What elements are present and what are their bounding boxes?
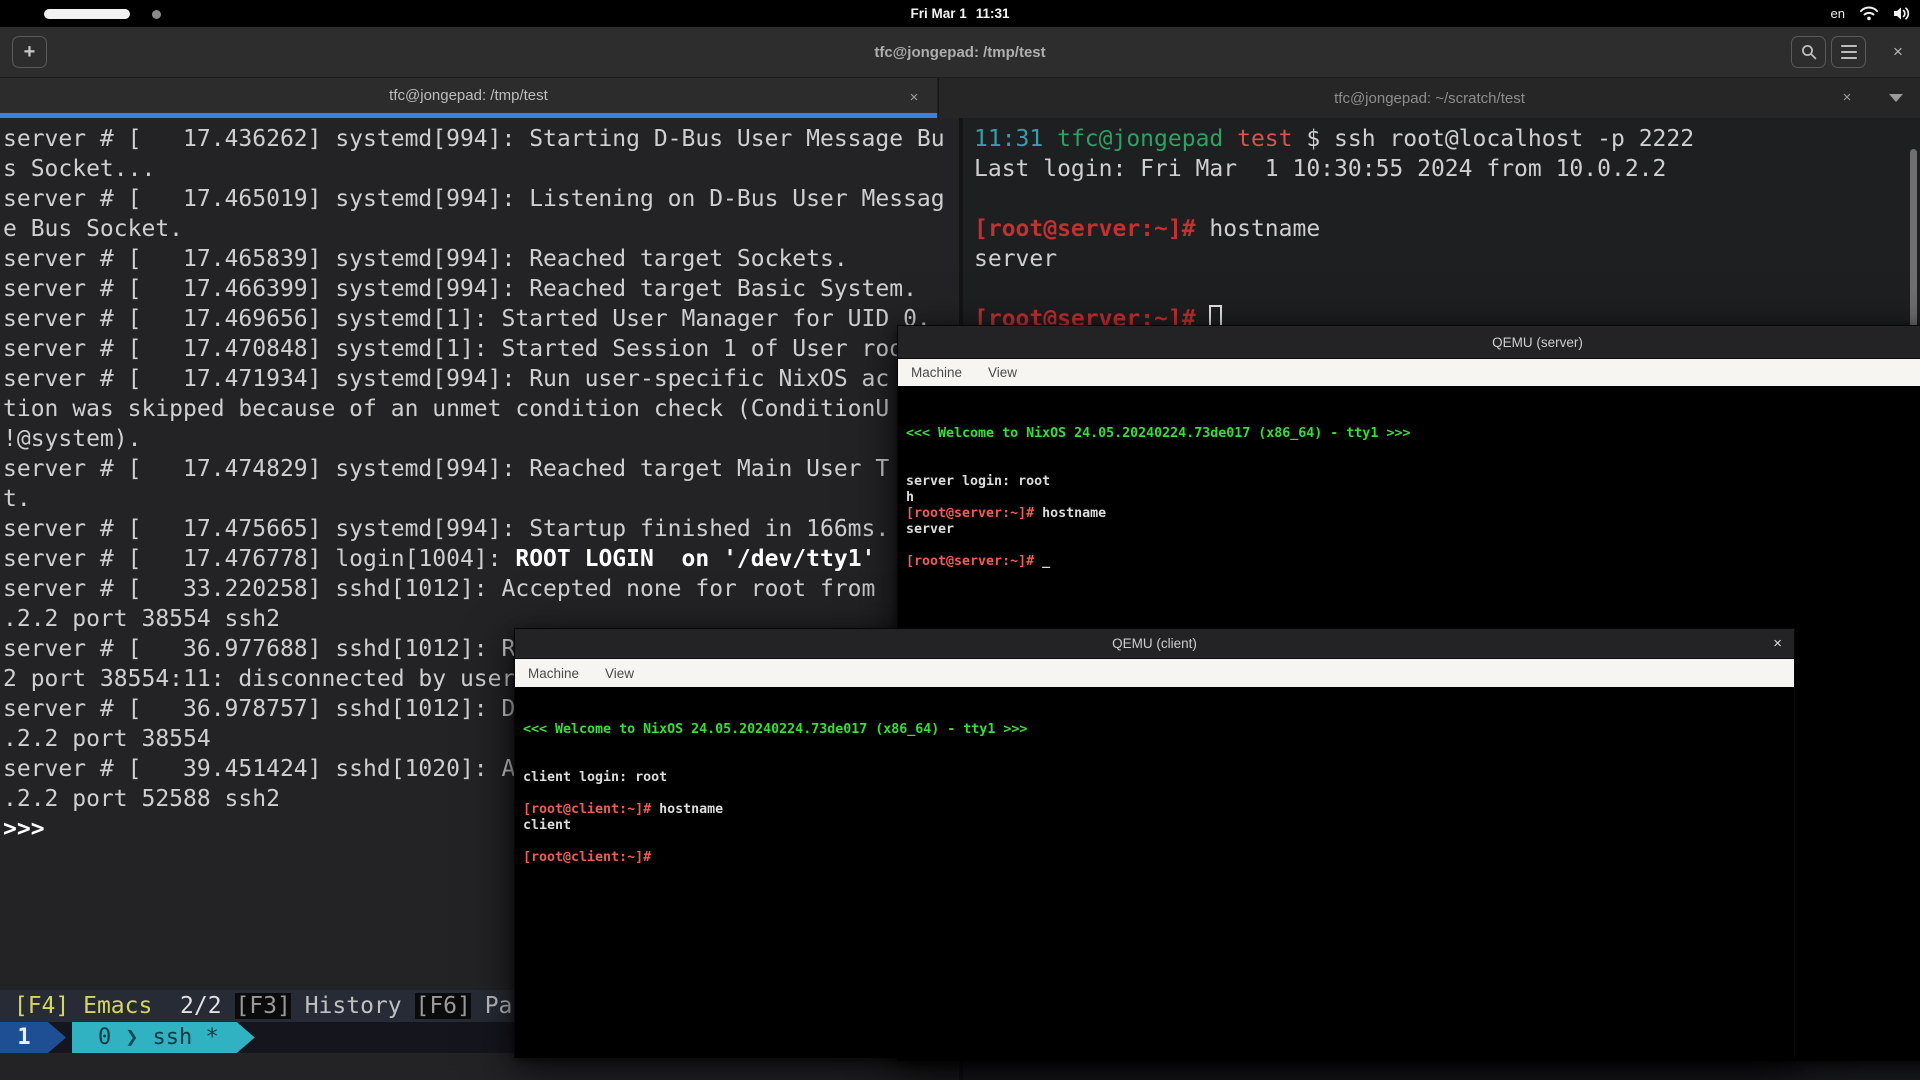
- terminal-line: .2.2 port 38554 ssh2: [3, 604, 280, 634]
- terminal-line: s Socket...: [3, 154, 155, 184]
- terminal-line: 11:31 tfc@jongepad test $ ssh root@local…: [974, 124, 1694, 154]
- terminal-line: h: [906, 490, 914, 506]
- search-button[interactable]: [1791, 36, 1826, 68]
- tab-label: tfc@jongepad: /tmp/test: [0, 78, 937, 113]
- qemu-server-menubar: Machine View: [898, 359, 1920, 386]
- terminal-line: server # [ 17.471934] systemd[994]: Run …: [3, 364, 889, 394]
- chevron-right-icon: ❯: [125, 1025, 138, 1050]
- terminal-line: >>>: [3, 814, 45, 844]
- terminal-line: t.: [3, 484, 31, 514]
- terminal-line: server # [ 39.451424] sshd[1020]: A: [3, 754, 515, 784]
- qemu-client-titlebar[interactable]: QEMU (client) ×: [515, 629, 1794, 659]
- clock-date: Fri Mar 1: [910, 6, 966, 21]
- qemu-client-title: QEMU (client): [1112, 636, 1197, 651]
- qemu-client-close-button[interactable]: ×: [1773, 629, 1782, 658]
- menu-view[interactable]: View: [605, 666, 634, 681]
- qemu-client-menubar: Machine View: [515, 659, 1794, 687]
- tab-label: tfc@jongepad: ~/scratch/test: [939, 78, 1920, 118]
- tmux-session-index: 1: [0, 1022, 48, 1053]
- menu-machine[interactable]: Machine: [528, 666, 579, 681]
- terminal-line: [root@server:~]# hostname: [906, 506, 1106, 522]
- close-icon: ×: [1773, 635, 1782, 652]
- terminal-line: client: [523, 818, 571, 834]
- terminal-line: Last login: Fri Mar 1 10:30:55 2024 from…: [974, 154, 1666, 184]
- terminal-line: <<< Welcome to NixOS 24.05.20240224.73de…: [906, 426, 1410, 442]
- terminal-line: [root@client:~]#: [523, 850, 651, 866]
- terminal-line: tion was skipped because of an unmet con…: [3, 394, 889, 424]
- terminal-line: <<< Welcome to NixOS 24.05.20240224.73de…: [523, 722, 1027, 738]
- clock-time: 11:31: [976, 6, 1010, 21]
- close-icon: ×: [1893, 42, 1903, 62]
- terminal-line: e Bus Socket.: [3, 214, 183, 244]
- terminal-line: .2.2 port 38554: [3, 724, 211, 754]
- qemu-server-titlebar[interactable]: QEMU (server): [898, 326, 1920, 359]
- qemu-client-window: QEMU (client) × Machine View <<< Welcome…: [514, 628, 1795, 1058]
- terminal-line: server: [906, 522, 954, 538]
- hamburger-icon: [1841, 45, 1857, 59]
- terminal-line: [F4] Emacs 2/2 [F3] History [F6] Pa: [0, 990, 512, 1022]
- terminal-line: server # [ 17.474829] systemd[994]: Reac…: [3, 454, 889, 484]
- tmux-active-window[interactable]: 0 ❯ ssh *: [72, 1022, 237, 1053]
- wifi-icon[interactable]: [1859, 6, 1879, 21]
- tmux-window-index: 0: [98, 1025, 111, 1050]
- desktop: Fri Mar 1 11:31 en tf: [0, 0, 1920, 1080]
- clock[interactable]: Fri Mar 1 11:31: [0, 0, 1920, 27]
- terminal-line: client login: root: [523, 770, 667, 786]
- terminal-line: .2.2 port 52588 ssh2: [3, 784, 280, 814]
- terminal-line: server # [ 33.220258] sshd[1012]: Accept…: [3, 574, 875, 604]
- plus-icon: +: [24, 41, 36, 64]
- tab-close-button[interactable]: ×: [903, 86, 925, 108]
- terminal-line: server # [ 17.469656] systemd[1]: Starte…: [3, 304, 931, 334]
- terminal-line: server # [ 17.470848] systemd[1]: Starte…: [3, 334, 931, 364]
- terminal-line: [root@client:~]# hostname: [523, 802, 723, 818]
- search-icon: [1801, 44, 1817, 60]
- menu-machine[interactable]: Machine: [911, 365, 962, 380]
- close-icon: ×: [1843, 89, 1852, 106]
- window-close-button[interactable]: ×: [1884, 36, 1912, 68]
- terminal-line: server login: root: [906, 474, 1050, 490]
- terminal-line: 2 port 38554:11: disconnected by user: [3, 664, 515, 694]
- terminal-line: server # [ 17.476778] login[1004]: ROOT …: [3, 544, 875, 574]
- close-icon: ×: [910, 89, 919, 106]
- tab-scratch-test[interactable]: tfc@jongepad: ~/scratch/test ×: [938, 78, 1920, 118]
- tab-list-chevron-down-icon[interactable]: [1889, 94, 1903, 102]
- menu-view[interactable]: View: [988, 365, 1017, 380]
- qemu-client-console[interactable]: <<< Welcome to NixOS 24.05.20240224.73de…: [515, 687, 1794, 1058]
- powerline-arrow: [237, 1022, 255, 1053]
- terminal-line: server # [ 36.978757] sshd[1012]: D: [3, 694, 515, 724]
- terminal-line: server # [ 17.436262] systemd[994]: Star…: [3, 124, 945, 154]
- keyboard-layout-indicator[interactable]: en: [1831, 6, 1845, 21]
- terminal-line: [root@server:~]# hostname: [974, 214, 1320, 244]
- volume-icon[interactable]: [1893, 6, 1912, 21]
- tab-bar: tfc@jongepad: /tmp/test × tfc@jongepad: …: [0, 78, 1920, 118]
- powerline-arrow: [48, 1022, 66, 1053]
- terminal-line: !@system).: [3, 424, 141, 454]
- terminal-line: server # [ 17.475665] systemd[994]: Star…: [3, 514, 889, 544]
- tab-tmp-test[interactable]: tfc@jongepad: /tmp/test ×: [0, 78, 937, 118]
- qemu-server-title: QEMU (server): [1492, 335, 1583, 350]
- main-menu-button[interactable]: [1831, 36, 1866, 68]
- terminal-line: [root@server:~]# _: [906, 554, 1050, 570]
- terminal-line: server # [ 17.465839] systemd[994]: Reac…: [3, 244, 848, 274]
- new-tab-button[interactable]: +: [12, 36, 47, 68]
- tmux-window-name: ssh *: [153, 1025, 219, 1050]
- terminal-line: server # [ 17.466399] systemd[994]: Reac…: [3, 274, 917, 304]
- window-title: tfc@jongepad: /tmp/test: [0, 27, 1920, 78]
- terminal-headerbar: tfc@jongepad: /tmp/test + ×: [0, 27, 1920, 78]
- gnome-top-bar: Fri Mar 1 11:31 en: [0, 0, 1920, 27]
- terminal-line: server: [974, 244, 1057, 274]
- terminal-line: server # [ 17.465019] systemd[994]: List…: [3, 184, 945, 214]
- tab-close-button[interactable]: ×: [1836, 86, 1858, 108]
